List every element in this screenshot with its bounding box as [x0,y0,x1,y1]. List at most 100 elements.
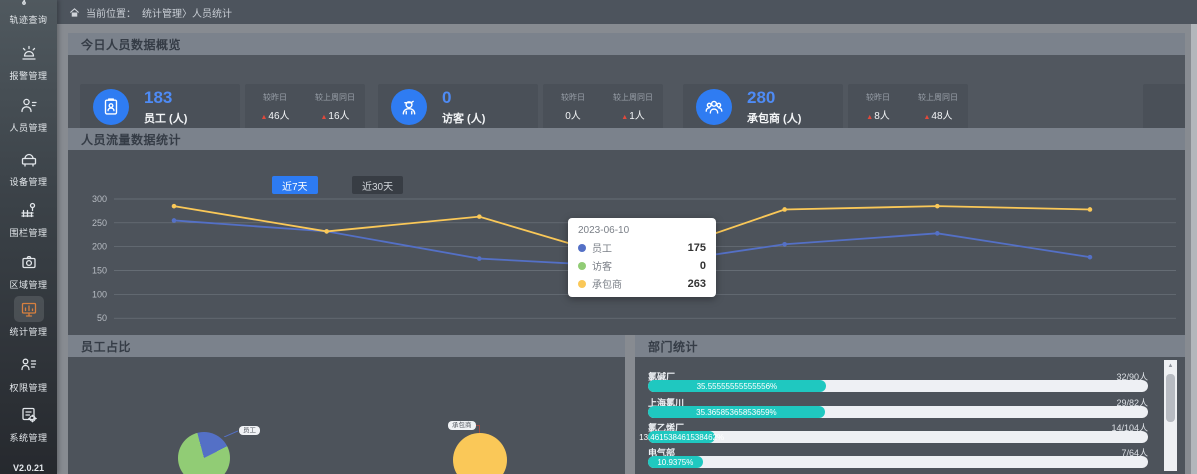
compare-value: ▲48人 [923,107,952,122]
svg-text:300: 300 [92,194,107,204]
svg-text:150: 150 [92,266,107,276]
stat-card-partial [1143,84,1185,128]
visitor-icon [398,96,420,118]
breadcrumb-path: 统计管理〉人员统计 [142,5,232,20]
compare-col: 较上周同日 ▲48人 [908,84,968,128]
compare-label: 较昨日 [866,92,890,103]
dept-panel-header: 部门统计 [635,335,1185,357]
dept-percent-label: 35.55555555555556% [697,382,778,391]
system-icon [19,405,39,425]
up-arrow-icon: ▲ [260,114,267,121]
dept-percent-label: 10.9375% [657,458,693,467]
sidebar-item-3[interactable]: 人员管理 [0,92,57,134]
compare-label: 较上周同日 [613,92,653,103]
flow-panel: 人员流量数据统计 近7天 近30天 0501001502002503002023… [68,128,1185,335]
dept-percent-label: 13.461538461538462% [639,433,724,442]
tooltip-series-value: 0 [700,260,706,272]
badge-icon [100,96,122,118]
sidebar-item-5[interactable]: 围栏管理 [0,197,57,239]
overview-panel: 今日人员数据概览 183员工 (人)较昨日▲46人较上周同日▲16人0访客 (人… [68,33,1185,128]
tooltip-row: 访客 0 [578,258,706,273]
compare-col: 较上周同日▲16人 [305,84,365,128]
alarm-icon [19,43,39,63]
sidebar: V2.0.21 轨迹查询报警管理人员管理设备管理围栏管理区域管理统计管理权限管理… [0,0,57,474]
scroll-up-icon[interactable]: ▲ [1164,360,1177,372]
compare-value: 0人 [565,107,581,122]
stat-compare-card: 较昨日 0人 较上周同日 ▲1人 [543,84,663,128]
stat-icon-circle [696,89,732,125]
tooltip-row: 承包商 263 [578,276,706,291]
sidebar-item-label: 权限管理 [9,381,47,394]
stat-label: 员工 (人) [144,110,187,126]
tooltip-series-value: 175 [688,242,706,254]
sidebar-item-7[interactable]: 统计管理 [0,296,57,338]
pie-slice-label: 员工 [239,426,260,435]
stat-value: 0 [442,88,451,108]
pie-panel: 员工占比 员工 承包商 [68,335,625,474]
sidebar-item-label: 系统管理 [9,431,47,444]
stat-card: 183 员工 (人) [80,84,240,128]
stats-icon [19,299,39,319]
tooltip-series-name: 访客 [592,258,612,273]
compare-col: 较上周同日 ▲1人 [603,84,663,128]
tooltip-series-name: 承包商 [592,276,622,291]
sidebar-item-6[interactable]: 区域管理 [0,249,57,291]
up-arrow-icon: ▲ [320,114,327,121]
sidebar-item-1[interactable]: 轨迹查询 [0,0,57,26]
flow-panel-header: 人员流量数据统计 [68,128,1185,150]
dept-progress-fill: 35.36585365853659% [648,406,825,418]
sidebar-item-label: 设备管理 [9,175,47,188]
stat-value: 280 [747,88,775,108]
sidebar-item-2[interactable]: 报警管理 [0,40,57,82]
person-icon [19,95,39,115]
home-icon[interactable] [69,7,80,18]
window-scrollbar[interactable] [1191,24,1197,474]
sidebar-item-9[interactable]: 系统管理 [0,402,57,444]
stat-icon-circle [391,89,427,125]
stat-compare-card: 较昨日 ▲8人 较上周同日 ▲48人 [848,84,968,128]
series-dot-icon [578,280,586,288]
overview-panel-header: 今日人员数据概览 [68,33,1185,55]
pie-panel-header: 员工占比 [68,335,625,357]
tooltip-date: 2023-06-10 [578,225,706,236]
compare-label: 较昨日 [561,92,585,103]
sidebar-item-label: 区域管理 [9,278,47,291]
tooltip-row: 员工 175 [578,240,706,255]
overview-title: 今日人员数据概览 [81,36,181,53]
sidebar-item-label: 轨迹查询 [9,13,47,26]
compare-value: ▲8人 [866,107,890,122]
compare-label: 较上周同日 [918,92,958,103]
tooltip-series-value: 263 [688,278,706,290]
stat-value: 183 [144,88,172,108]
dept-body: ▲ 氯碱厂32/90人35.55555555555556%上海氯川29/82人3… [635,357,1185,474]
series-dot-icon [578,262,586,270]
stat-group: 183员工 (人)较昨日▲46人较上周同日▲16人 [80,84,365,128]
dept-panel: 部门统计 ▲ 氯碱厂32/90人35.55555555555556%上海氯川29… [635,335,1185,474]
up-arrow-icon: ▲ [866,114,873,121]
stat-group: 0访客 (人) 较昨日 0人 较上周同日 ▲1人 [378,84,663,128]
svg-text:100: 100 [92,289,107,299]
sidebar-item-4[interactable]: 设备管理 [0,146,57,188]
sidebar-item-label: 统计管理 [9,325,47,338]
fence-icon [19,200,39,220]
compare-col: 较昨日▲46人 [245,84,305,128]
breadcrumb: 当前位置： 统计管理〉人员统计 [57,0,1197,24]
tooltip-series-name: 员工 [592,240,612,255]
sidebar-item-label: 围栏管理 [9,226,47,239]
svg-text:200: 200 [92,242,107,252]
compare-label: 较上周同日 [315,92,355,103]
dept-percent-label: 35.36585365853659% [696,408,777,417]
up-arrow-icon: ▲ [923,114,930,121]
route-icon [19,0,39,7]
sidebar-item-8[interactable]: 权限管理 [0,352,57,394]
stat-card: 0访客 (人) [378,84,538,128]
dept-progress-fill: 35.55555555555556% [648,380,826,392]
dept-progress-track: 10.9375% [648,456,1148,468]
dept-title: 部门统计 [648,338,698,355]
pie-title: 员工占比 [81,338,131,355]
scrollbar-thumb[interactable] [1166,374,1175,422]
stat-card: 280承包商 (人) [683,84,843,128]
up-arrow-icon: ▲ [621,114,628,121]
dept-scrollbar[interactable]: ▲ [1164,360,1177,471]
compare-value: ▲1人 [621,107,645,122]
